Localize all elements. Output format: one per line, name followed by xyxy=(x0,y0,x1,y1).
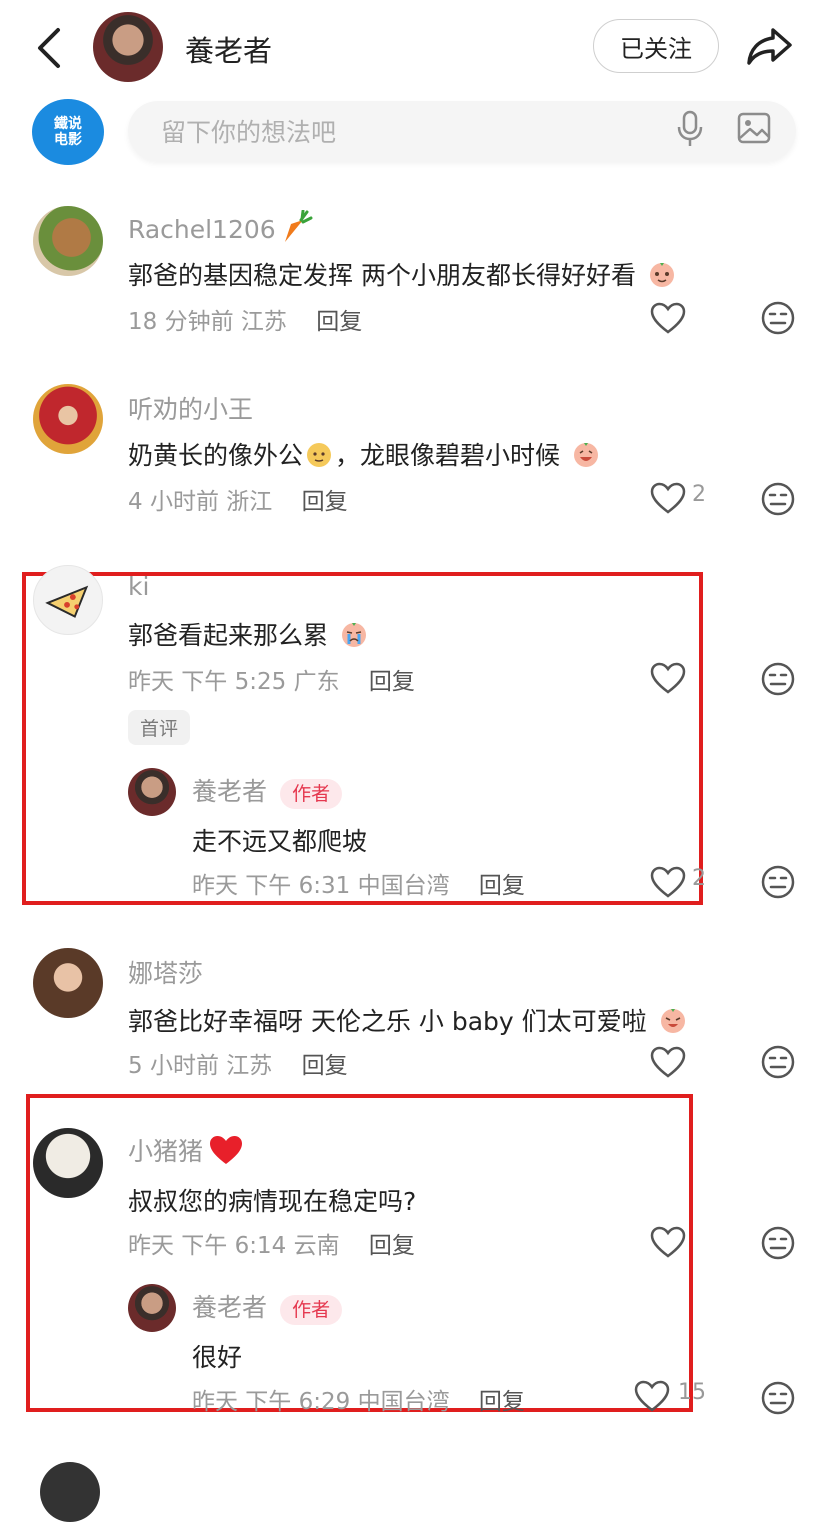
comment-text: 郭爸的基因稳定发挥 两个小朋友都长得好好看 xyxy=(128,261,636,290)
comment-time: 昨天 下午 5:25 广东 xyxy=(128,669,340,695)
reply-username[interactable]: 養老者 xyxy=(192,777,267,806)
author-badge: 作者 xyxy=(280,1295,343,1325)
heart-icon[interactable] xyxy=(650,1226,686,1258)
reply-button[interactable]: 回复 xyxy=(369,669,415,695)
brand-logo-line2: 电影 xyxy=(54,132,82,148)
like-count: 15 xyxy=(678,1380,706,1405)
brand-logo-line1: 鐵说 xyxy=(54,116,82,132)
reply-button[interactable]: 回复 xyxy=(479,1389,525,1415)
author-avatar[interactable] xyxy=(93,12,163,82)
dislike-face-icon[interactable] xyxy=(760,1225,796,1261)
commenter-avatar[interactable] xyxy=(33,948,103,1018)
comment-username[interactable]: 小猪猪 xyxy=(128,1137,203,1166)
comment-time: 5 小时前 江苏 xyxy=(128,1053,273,1079)
heart-icon[interactable] xyxy=(650,866,686,898)
microphone-icon[interactable] xyxy=(676,110,704,148)
heart-icon[interactable] xyxy=(650,662,686,694)
image-icon[interactable] xyxy=(737,111,771,145)
author-badge: 作者 xyxy=(280,779,343,809)
share-icon[interactable] xyxy=(744,24,794,68)
dislike-face-icon[interactable] xyxy=(760,1380,796,1416)
reply-username[interactable]: 養老者 xyxy=(192,1293,267,1322)
crying-emoji-icon xyxy=(341,623,366,647)
comment-input-placeholder: 留下你的想法吧 xyxy=(161,118,337,147)
dislike-face-icon[interactable] xyxy=(760,481,796,517)
page-title: 養老者 xyxy=(185,34,273,68)
like-count: 2 xyxy=(692,866,706,891)
reply-author-avatar[interactable] xyxy=(128,768,176,816)
commenter-avatar[interactable] xyxy=(33,1128,103,1198)
reply-button[interactable]: 回复 xyxy=(302,489,348,515)
reply-text: 很好 xyxy=(192,1343,243,1372)
reply-button[interactable]: 回复 xyxy=(479,873,525,899)
comment-text-continued: ，龙眼像碧碧小时候 xyxy=(335,441,561,470)
follow-button[interactable]: 已关注 xyxy=(593,19,719,73)
dislike-face-icon[interactable] xyxy=(760,1044,796,1080)
commenter-avatar[interactable] xyxy=(33,384,103,454)
comment-text: 郭爸看起来那么累 xyxy=(128,621,329,650)
heart-icon[interactable] xyxy=(650,302,686,334)
reply-button[interactable]: 回复 xyxy=(302,1053,348,1079)
comment-username[interactable]: Rachel1206 xyxy=(128,215,276,244)
laughing-emoji-icon xyxy=(573,443,598,467)
carrot-icon xyxy=(284,209,313,242)
reply-text: 走不远又都爬坡 xyxy=(192,827,368,856)
pizza-icon xyxy=(45,585,89,618)
comment-text: 奶黄长的像外公 xyxy=(128,441,304,470)
reply-time: 昨天 下午 6:31 中国台湾 xyxy=(192,873,450,899)
commenter-avatar[interactable] xyxy=(40,1462,100,1522)
blush-emoji-icon xyxy=(649,263,674,287)
comment-time: 18 分钟前 江苏 xyxy=(128,309,287,335)
reply-author-avatar[interactable] xyxy=(128,1284,176,1332)
comment-time: 昨天 下午 6:14 云南 xyxy=(128,1233,340,1259)
commenter-avatar[interactable] xyxy=(33,565,103,635)
first-comment-badge: 首评 xyxy=(128,710,191,745)
reply-button[interactable]: 回复 xyxy=(369,1233,415,1259)
brand-logo: 鐵说 电影 xyxy=(32,99,104,165)
dislike-face-icon[interactable] xyxy=(760,864,796,900)
comment-text: 叔叔您的病情现在稳定吗? xyxy=(128,1187,417,1216)
heart-icon[interactable] xyxy=(634,1380,670,1412)
reply-time: 昨天 下午 6:29 中国台湾 xyxy=(192,1389,450,1415)
comment-time: 4 小时前 浙江 xyxy=(128,489,273,515)
heart-icon[interactable] xyxy=(650,1046,686,1078)
dislike-face-icon[interactable] xyxy=(760,300,796,336)
like-count: 2 xyxy=(692,482,706,507)
red-heart-icon xyxy=(210,1136,243,1164)
commenter-avatar[interactable] xyxy=(33,206,103,276)
crying-laugh-emoji-icon xyxy=(660,1009,685,1033)
comment-username[interactable]: 娜塔莎 xyxy=(128,954,203,990)
dislike-face-icon[interactable] xyxy=(760,661,796,697)
reply-button[interactable]: 回复 xyxy=(316,309,362,335)
grandpa-emoji-icon xyxy=(307,443,332,467)
comment-username[interactable]: ki xyxy=(128,572,149,601)
back-arrow-icon[interactable] xyxy=(30,24,70,72)
comment-text: 郭爸比好幸福呀 天伦之乐 小 baby 们太可爱啦 xyxy=(128,1007,647,1036)
heart-icon[interactable] xyxy=(650,482,686,514)
comment-username[interactable]: 听劝的小王 xyxy=(128,390,253,426)
